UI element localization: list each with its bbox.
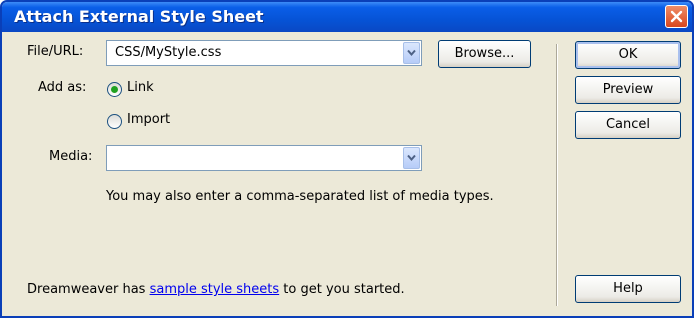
window-title: Attach External Style Sheet	[14, 7, 264, 26]
chevron-down-icon	[407, 154, 416, 162]
sample-style-sheets-link[interactable]: sample style sheets	[150, 282, 280, 297]
media-label: Media:	[49, 149, 93, 164]
preview-button[interactable]: Preview	[575, 76, 681, 104]
radio-import[interactable]	[107, 114, 122, 129]
dialog-window: Attach External Style Sheet File/URL: CS…	[0, 0, 694, 318]
dialog-body: File/URL: CSS/MyStyle.css Browse... Add …	[2, 32, 692, 316]
media-dropdown-button[interactable]	[403, 147, 420, 169]
footer-text: Dreamweaver has sample style sheets to g…	[27, 282, 405, 297]
close-button[interactable]	[665, 5, 688, 28]
file-url-dropdown-button[interactable]	[403, 42, 420, 64]
radio-selected-icon	[111, 86, 118, 93]
file-url-label: File/URL:	[27, 44, 84, 59]
add-as-label: Add as:	[38, 80, 87, 95]
file-url-value: CSS/MyStyle.css	[115, 45, 222, 60]
cancel-button[interactable]: Cancel	[575, 111, 681, 139]
title-bar[interactable]: Attach External Style Sheet	[2, 2, 692, 32]
media-hint: You may also enter a comma-separated lis…	[106, 189, 494, 204]
browse-button[interactable]: Browse...	[438, 40, 531, 68]
radio-link[interactable]	[107, 82, 122, 97]
chevron-down-icon	[407, 49, 416, 57]
radio-link-label[interactable]: Link	[127, 80, 154, 95]
file-url-combobox[interactable]: CSS/MyStyle.css	[106, 40, 422, 66]
close-icon	[670, 10, 683, 23]
media-combobox[interactable]	[106, 145, 422, 171]
footer-suffix: to get you started.	[279, 282, 405, 297]
footer-prefix: Dreamweaver has	[27, 282, 150, 297]
help-button[interactable]: Help	[575, 275, 681, 303]
radio-import-label[interactable]: Import	[127, 112, 170, 127]
ok-button[interactable]: OK	[575, 41, 681, 69]
vertical-separator	[556, 44, 558, 306]
